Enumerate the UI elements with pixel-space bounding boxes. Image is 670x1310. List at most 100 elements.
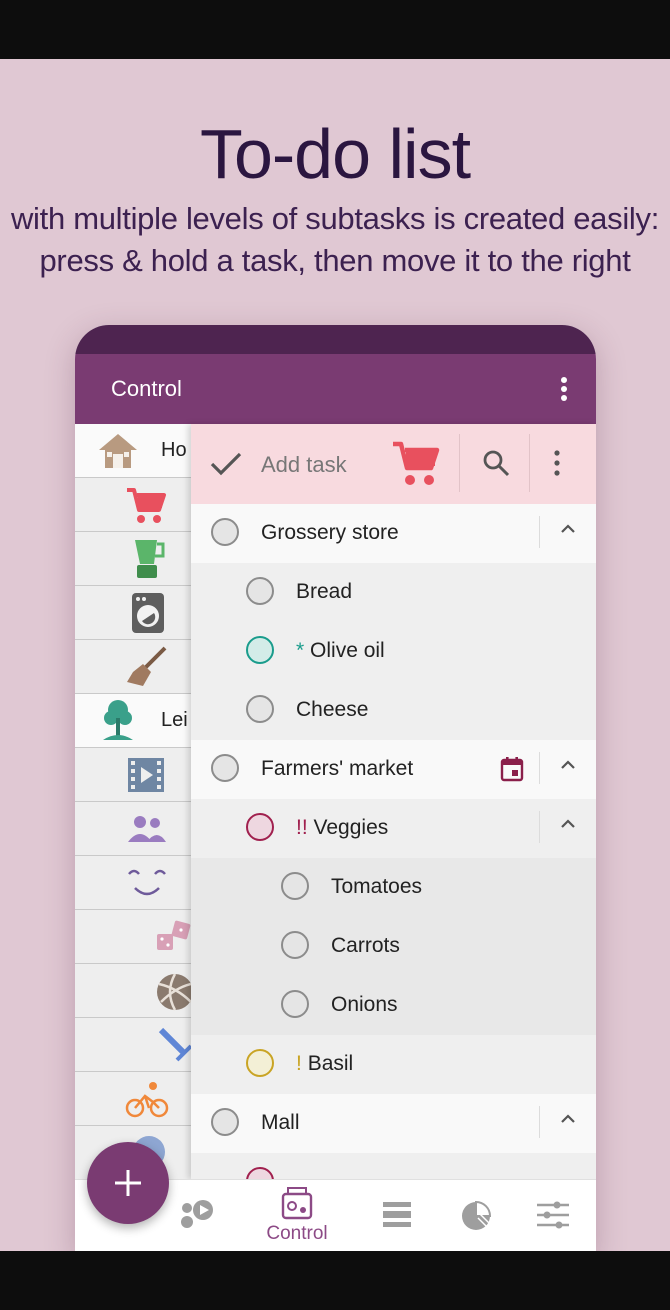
task-checkbox[interactable] (246, 695, 274, 723)
category-label: Lei (161, 709, 188, 731)
dice-icon (157, 920, 191, 950)
headline-subtitle-line2: press & hold a task, then move it to the… (39, 243, 631, 278)
priority-mark: !! (296, 816, 308, 839)
task-checkbox[interactable] (211, 518, 239, 546)
task-label: Cheese (296, 698, 369, 721)
headline-subtitle-line1: with multiple levels of subtasks is crea… (10, 201, 660, 236)
task-row[interactable]: Farmers' market (191, 740, 596, 799)
task-checkbox[interactable] (246, 577, 274, 605)
more-vert-icon[interactable] (552, 374, 576, 404)
bubbles-play-icon (181, 1200, 213, 1228)
app-bar: Control (75, 354, 596, 424)
more-vert-icon[interactable] (551, 448, 563, 478)
headline-title: To-do list (199, 115, 471, 193)
task-row[interactable]: Mall (191, 1094, 596, 1153)
cart-icon[interactable] (391, 440, 441, 488)
task-row[interactable]: Carrots (191, 917, 596, 976)
divider (539, 752, 540, 784)
task-row[interactable]: Grossery store (191, 504, 596, 563)
sliders-icon (537, 1201, 569, 1229)
task-checkbox[interactable] (246, 636, 274, 664)
tree-icon (103, 700, 133, 740)
task-checkbox[interactable] (281, 872, 309, 900)
task-checkbox[interactable] (246, 1049, 274, 1077)
phone-mockup: Control Ho Lei Add task Grossery store B… (75, 325, 596, 1251)
chevron-up-icon[interactable] (560, 1112, 576, 1126)
category-movies[interactable] (75, 748, 191, 802)
chevron-up-icon[interactable] (560, 758, 576, 772)
chevron-up-icon[interactable] (560, 817, 576, 831)
plus-icon (115, 1170, 141, 1196)
house-icon (99, 434, 137, 468)
film-icon (128, 758, 164, 792)
category-kitchen[interactable] (75, 532, 191, 586)
category-shopping[interactable] (75, 478, 191, 532)
task-checkbox[interactable] (211, 1108, 239, 1136)
divider (539, 1106, 540, 1138)
category-sports[interactable] (75, 964, 191, 1018)
nav-item-settings[interactable] (513, 1180, 593, 1251)
category-cycling[interactable] (75, 1072, 191, 1126)
category-column: Ho Lei (75, 424, 191, 1179)
task-panel: Add task Grossery store Bread * Olive oi… (191, 424, 596, 1179)
task-row[interactable]: Cheese (191, 681, 596, 740)
task-label: Tomatoes (331, 875, 423, 898)
chevron-up-icon[interactable] (560, 522, 576, 536)
divider (539, 811, 540, 843)
task-label: Basil (307, 1052, 354, 1075)
task-label: Grossery store (261, 521, 399, 544)
task-checkbox[interactable] (246, 813, 274, 841)
add-task-input[interactable]: Add task (261, 452, 347, 478)
task-row[interactable]: Tomatoes (191, 858, 596, 917)
task-label: Carrots (331, 934, 400, 957)
task-checkbox[interactable] (281, 990, 309, 1018)
nav-item-activities[interactable] (157, 1180, 237, 1251)
task-row[interactable]: * Olive oil (191, 622, 596, 681)
search-icon[interactable] (481, 448, 511, 478)
task-row[interactable]: ! Basil (191, 1035, 596, 1094)
task-row[interactable]: Onions (191, 976, 596, 1035)
status-bar (75, 325, 596, 354)
calendar-icon[interactable] (500, 756, 524, 782)
task-label: Mall (261, 1111, 300, 1134)
promo-canvas: To-do list with multiple levels of subta… (0, 59, 670, 1251)
broom-icon (127, 646, 167, 686)
priority-mark: ! (296, 1052, 302, 1075)
task-checkbox[interactable] (281, 931, 309, 959)
volleyball-icon (157, 973, 191, 1011)
pie-icon (462, 1200, 492, 1230)
add-fab[interactable] (87, 1142, 169, 1224)
task-text: !! Veggies (296, 816, 388, 840)
people-icon (128, 816, 166, 842)
task-checkbox[interactable] (246, 1167, 274, 1179)
category-leisure[interactable]: Lei (75, 694, 191, 748)
divider (529, 434, 530, 492)
smile-icon (128, 869, 166, 896)
task-text: * Olive oil (296, 639, 385, 663)
nav-item-control[interactable]: Control (257, 1180, 337, 1251)
category-home[interactable]: Ho (75, 424, 191, 478)
category-label: Ho (161, 439, 187, 461)
check-icon[interactable] (209, 450, 243, 478)
cart-icon (127, 488, 166, 523)
category-cleaning[interactable] (75, 640, 191, 694)
nav-item-list[interactable] (357, 1180, 437, 1251)
category-laundry[interactable] (75, 586, 191, 640)
priority-mark: * (296, 639, 305, 662)
task-checkbox[interactable] (211, 754, 239, 782)
washing-machine-icon (132, 593, 164, 633)
bicycle-icon (125, 1082, 169, 1118)
category-fun[interactable] (75, 856, 191, 910)
nav-label-control: Control (266, 1223, 328, 1244)
task-row-partial[interactable] (191, 1153, 596, 1179)
top-black-bar (0, 0, 670, 59)
app-bar-title: Control (111, 376, 182, 401)
control-icon (281, 1187, 313, 1220)
category-adventure[interactable] (75, 1018, 191, 1072)
category-games[interactable] (75, 910, 191, 964)
task-row[interactable]: Bread (191, 563, 596, 622)
task-row[interactable]: !! Veggies (191, 799, 596, 858)
nav-item-stats[interactable] (435, 1180, 515, 1251)
divider (539, 516, 540, 548)
category-friends[interactable] (75, 802, 191, 856)
